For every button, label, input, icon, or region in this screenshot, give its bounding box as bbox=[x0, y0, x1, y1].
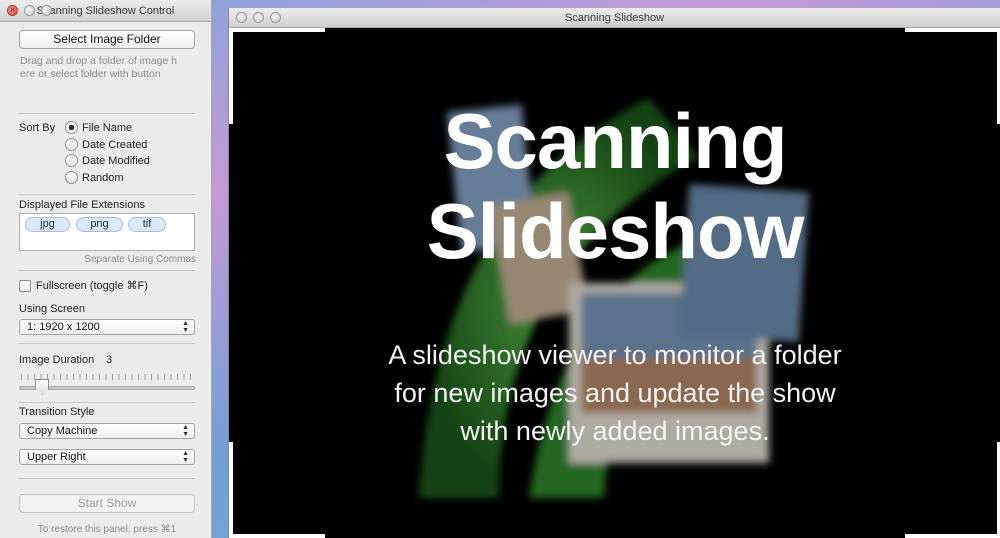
hero-subtitle-line1: A slideshow viewer to monitor a folder bbox=[388, 340, 842, 370]
hero-subtitle-line2: for new images and update the show bbox=[394, 378, 836, 408]
divider bbox=[18, 270, 195, 271]
slideshow-stage: Scanning Slideshow A slideshow viewer to… bbox=[229, 28, 1000, 538]
corner-mark bbox=[905, 534, 1000, 538]
sort-option-random[interactable]: Random bbox=[65, 171, 124, 184]
divider bbox=[18, 343, 195, 344]
radio-icon[interactable] bbox=[65, 138, 78, 151]
transition-style-select[interactable]: Copy Machine ▲ ▼ bbox=[19, 423, 195, 439]
hero-subtitle-line3: with newly added images. bbox=[460, 416, 770, 446]
fullscreen-label: Fullscreen (toggle ⌘F) bbox=[36, 280, 148, 292]
chevron-up-down-icon: ▲ ▼ bbox=[182, 320, 189, 334]
control-window: Scanning Slideshow Control Select Image … bbox=[0, 0, 212, 538]
slideshow-window-titlebar[interactable]: Scanning Slideshow bbox=[229, 8, 1000, 28]
divider bbox=[18, 194, 195, 195]
drop-hint-line2: ere or select folder with button bbox=[20, 68, 161, 80]
corner-mark bbox=[229, 534, 325, 538]
minimize-icon[interactable] bbox=[253, 12, 264, 23]
extension-token-tif[interactable]: tif bbox=[128, 217, 166, 232]
corner-mark bbox=[905, 28, 1000, 32]
control-window-title: Scanning Slideshow Control bbox=[36, 5, 175, 17]
restore-hint: To restore this panel, press ⌘1 bbox=[37, 524, 177, 535]
sort-by-label: Sort By bbox=[19, 122, 56, 134]
transition-direction-select[interactable]: Upper Right ▲ ▼ bbox=[19, 449, 195, 465]
zoom-icon[interactable] bbox=[41, 5, 52, 16]
chevron-up-down-icon: ▲ ▼ bbox=[182, 450, 189, 464]
corner-mark bbox=[229, 28, 325, 32]
hero-title-line2: Slideshow bbox=[426, 187, 805, 275]
screen-label: Using Screen bbox=[19, 303, 86, 315]
close-icon[interactable] bbox=[7, 5, 18, 16]
transition-label: Transition Style bbox=[19, 406, 95, 418]
corner-mark bbox=[229, 442, 233, 538]
window-controls bbox=[7, 5, 52, 16]
duration-slider-knob[interactable] bbox=[35, 379, 50, 395]
duration-label: Image Duration bbox=[19, 354, 95, 366]
slideshow-window-title: Scanning Slideshow bbox=[564, 12, 665, 24]
extensions-hint: Separate Using Commas bbox=[84, 254, 196, 265]
fullscreen-checkbox-row[interactable]: Fullscreen (toggle ⌘F) bbox=[19, 279, 148, 292]
hero-title-line1: Scanning bbox=[443, 97, 787, 185]
divider bbox=[18, 113, 195, 114]
control-window-titlebar[interactable]: Scanning Slideshow Control bbox=[0, 0, 211, 22]
close-icon[interactable] bbox=[236, 12, 247, 23]
duration-value: 3 bbox=[106, 354, 113, 366]
screen-select[interactable]: 1: 1920 x 1200 ▲ ▼ bbox=[19, 319, 195, 335]
radio-icon[interactable] bbox=[65, 171, 78, 184]
chevron-up-down-icon: ▲ ▼ bbox=[182, 424, 189, 438]
minimize-icon[interactable] bbox=[24, 5, 35, 16]
extensions-label: Displayed File Extensions bbox=[19, 199, 145, 211]
divider bbox=[18, 402, 195, 403]
sort-option-date-created[interactable]: Date Created bbox=[65, 138, 147, 151]
radio-selected-icon[interactable] bbox=[65, 121, 78, 134]
divider bbox=[18, 478, 195, 479]
extension-token-jpg[interactable]: jpg bbox=[25, 217, 70, 232]
sort-option-file-name[interactable]: File Name bbox=[65, 121, 132, 134]
zoom-icon[interactable] bbox=[270, 12, 281, 23]
window-controls bbox=[236, 12, 281, 23]
slideshow-window: Scanning Slideshow Scanning Slideshow A … bbox=[228, 8, 1000, 538]
select-folder-button[interactable]: Select Image Folder bbox=[19, 30, 195, 49]
extension-token-png[interactable]: png bbox=[76, 217, 123, 232]
radio-icon[interactable] bbox=[65, 154, 78, 167]
sort-option-date-modified[interactable]: Date Modified bbox=[65, 154, 150, 167]
fullscreen-checkbox[interactable] bbox=[19, 279, 31, 292]
start-show-button[interactable]: Start Show bbox=[19, 494, 195, 513]
extensions-token-field[interactable]: jpg png tif bbox=[19, 213, 195, 251]
drop-hint-line1: Drag and drop a folder of image h bbox=[20, 55, 178, 67]
